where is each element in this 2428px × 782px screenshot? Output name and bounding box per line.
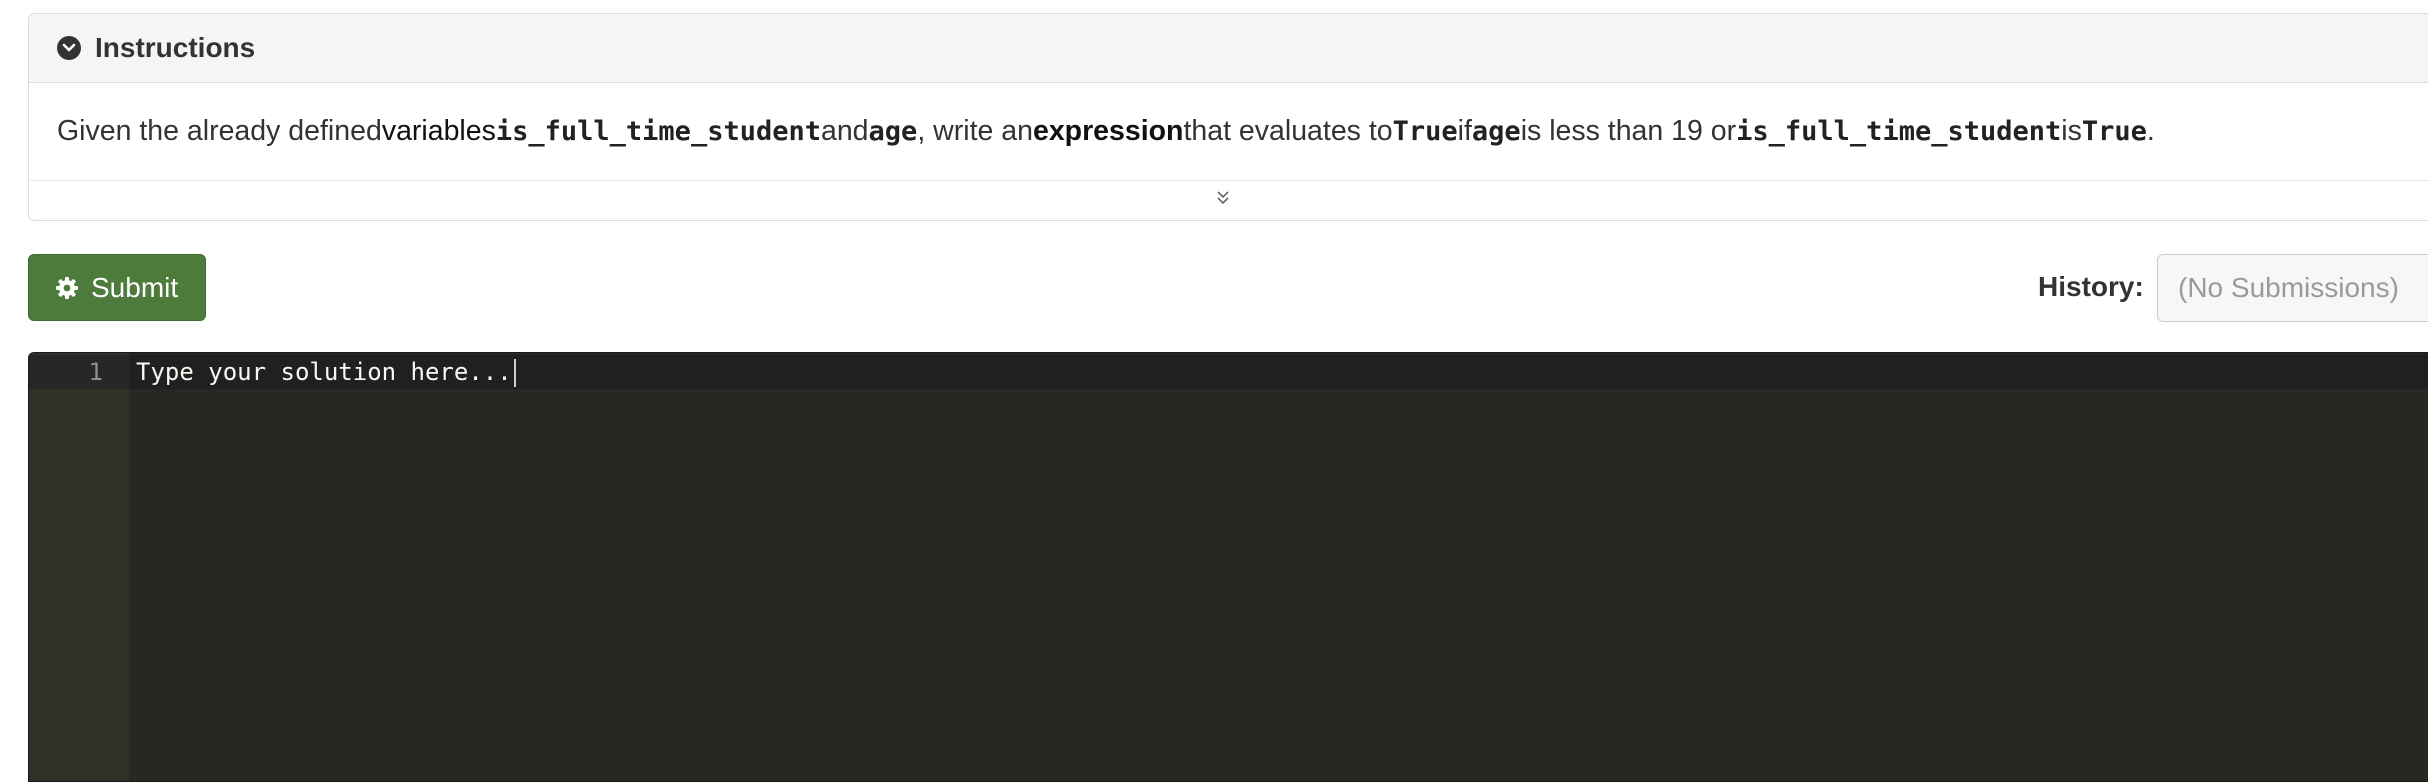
double-chevron-down-icon — [1214, 189, 1232, 212]
code-age: age — [868, 116, 918, 147]
chevron-circle-down-icon — [57, 36, 81, 60]
code-true: True — [2081, 116, 2147, 147]
instr-text-7: that evaluates to — [1183, 115, 1393, 147]
code-true: True — [1392, 116, 1458, 147]
instr-text-11: . — [2146, 115, 2155, 147]
instructions-panel: Instructions Given the already defined v… — [28, 13, 2428, 221]
editor-gutter — [29, 353, 129, 781]
instr-text-10: is — [2061, 115, 2082, 147]
submit-button[interactable]: Submit — [28, 254, 206, 321]
expand-instructions-button[interactable] — [29, 181, 2428, 219]
code-age: age — [1471, 116, 1521, 147]
code-is-full-time-student: is_full_time_student — [1736, 116, 2062, 147]
line-number: 1 — [88, 358, 103, 386]
submit-label: Submit — [91, 271, 179, 303]
instr-text-8: if — [1457, 115, 1472, 147]
code-editor[interactable]: 1 Type your solution here... — [28, 352, 2428, 782]
history-value: (No Submissions) — [2178, 272, 2399, 303]
code-is-full-time-student: is_full_time_student — [495, 116, 821, 147]
instructions-text: Given the already defined variables is_f… — [29, 83, 2428, 181]
instr-text-variables: variables — [381, 115, 496, 147]
instructions-header[interactable]: Instructions — [29, 14, 2428, 83]
instr-text-9: is less than 19 or — [1520, 115, 1737, 147]
instructions-title: Instructions — [95, 32, 256, 63]
placeholder-text: Type your solution here... — [136, 358, 512, 386]
editor-placeholder[interactable]: Type your solution here... — [136, 355, 516, 389]
instr-text-4: and — [820, 115, 869, 147]
instr-text-1: Given the already defined — [57, 115, 382, 147]
text-cursor — [513, 359, 516, 387]
gear-icon — [55, 276, 79, 300]
history-label: History: — [2038, 271, 2144, 302]
instr-text-expression: expression — [1032, 115, 1184, 147]
instr-text-5: , write an — [917, 115, 1033, 147]
history-select[interactable]: (No Submissions) — [2157, 254, 2428, 322]
